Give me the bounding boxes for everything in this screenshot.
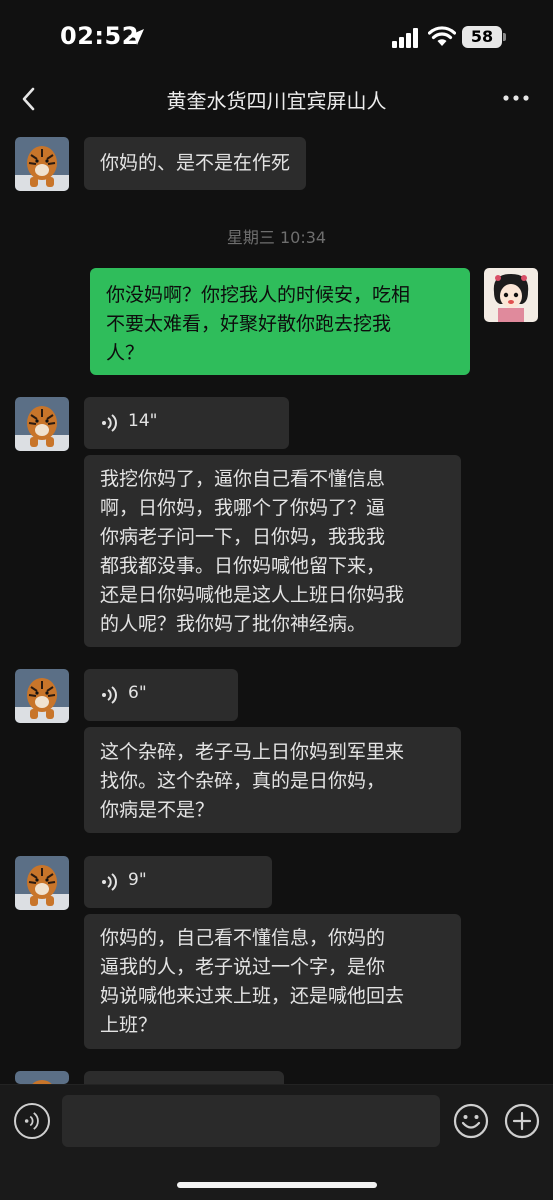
time-divider: 星期三 10:34 — [226, 228, 327, 247]
avatar[interactable] — [15, 397, 69, 451]
home-indicator — [177, 1182, 377, 1188]
status-bar: 02:52 58 — [0, 0, 553, 75]
voice-message-bubble[interactable]: 6" — [84, 669, 238, 721]
plus-icon[interactable] — [504, 1103, 540, 1139]
chat-title: 黄奎水货四川宜宾屏山人 — [166, 89, 387, 113]
wifi-icon — [428, 26, 456, 46]
chevron-left-icon[interactable] — [14, 81, 44, 117]
tiger-avatar-icon — [15, 397, 69, 451]
message-text-line: 我挖你妈了，逼你自己看不懂信息 — [100, 468, 386, 490]
message-text-line: 逼我的人，老子说过一个字，是你 — [100, 956, 386, 978]
message-text-line: 妈说喊他来过来上班，还是喊他回去 — [100, 985, 405, 1007]
voice-message-bubble[interactable]: 9" — [84, 856, 272, 908]
avatar[interactable] — [15, 669, 69, 723]
message-bubble-outgoing[interactable]: 你没妈啊？你挖我人的时候安，吃相 不要太难看，好聚好散你跑去挖我 人？ — [90, 268, 470, 375]
message-text-line: 啊，日你妈，我哪个了你妈了？逼 — [100, 497, 386, 519]
message-bubble-partial[interactable] — [84, 1071, 284, 1084]
message-text-line: 找你。这个杂碎，真的是日你妈， — [100, 770, 386, 792]
battery-level: 58 — [462, 26, 502, 48]
tiger-avatar-icon — [15, 856, 69, 910]
emoji-icon[interactable] — [453, 1103, 489, 1139]
message-text-line: 这个杂碎，老子马上日你妈到军里来 — [100, 741, 405, 763]
chat-header: 黄奎水货四川宜宾屏山人 — [0, 75, 553, 125]
message-text-line: 你病是不是？ — [100, 799, 215, 821]
message-bubble-incoming[interactable]: 你妈的、是不是在作死 — [84, 137, 307, 190]
message-text-line: 都我都没事。日你妈喊他留下来， — [100, 555, 386, 577]
message-text-line: 上班？ — [100, 1014, 158, 1036]
message-text-line: 你妈的，自己看不懂信息，你妈的 — [100, 927, 386, 949]
message-input[interactable] — [62, 1095, 440, 1147]
message-bubble-incoming[interactable]: 我挖你妈了，逼你自己看不懂信息 啊，日你妈，我哪个了你妈了？逼 你病老子问一下，… — [84, 455, 461, 647]
message-bubble-incoming[interactable]: 这个杂碎，老子马上日你妈到军里来 找你。这个杂碎，真的是日你妈， 你病是不是？ — [84, 727, 461, 833]
cartoon-avatar-icon — [484, 268, 538, 322]
battery-cap — [503, 33, 506, 41]
more-dots-icon[interactable] — [501, 83, 531, 113]
tiger-avatar-icon — [15, 669, 69, 723]
tiger-avatar-icon — [15, 137, 69, 191]
message-bubble-incoming[interactable]: 你妈的，自己看不懂信息，你妈的 逼我的人，老子说过一个字，是你 妈说喊他来过来上… — [84, 914, 461, 1049]
message-text-line: 还是日你妈喊他是这人上班日你妈我 — [100, 584, 405, 606]
message-text-line: 你病老子问一下，日你妈，我我我 — [100, 526, 386, 548]
message-text: 你妈的、是不是在作死 — [100, 152, 291, 174]
avatar[interactable] — [15, 856, 69, 910]
avatar[interactable] — [15, 1071, 69, 1084]
voice-duration: 6" — [128, 683, 147, 703]
voice-wave-icon — [102, 873, 117, 891]
tiger-avatar-icon — [15, 1071, 69, 1084]
message-text-line: 不要太难看，好聚好散你跑去挖我 — [106, 313, 392, 335]
voice-toggle-icon[interactable] — [14, 1103, 50, 1139]
cellular-signal-icon — [392, 28, 418, 48]
message-text-line: 的人呢？我你妈了批你神经病。 — [100, 613, 367, 635]
voice-wave-icon — [102, 686, 117, 704]
message-text-line: 你没妈啊？你挖我人的时候安，吃相 — [106, 284, 411, 306]
voice-message-bubble[interactable]: 14" — [84, 397, 289, 449]
location-arrow-icon — [128, 29, 144, 45]
avatar[interactable] — [15, 137, 69, 191]
voice-duration: 14" — [128, 411, 158, 431]
message-text-line: 人？ — [106, 342, 145, 364]
voice-duration: 9" — [128, 870, 147, 890]
voice-wave-icon — [102, 414, 117, 432]
my-avatar[interactable] — [484, 268, 538, 322]
